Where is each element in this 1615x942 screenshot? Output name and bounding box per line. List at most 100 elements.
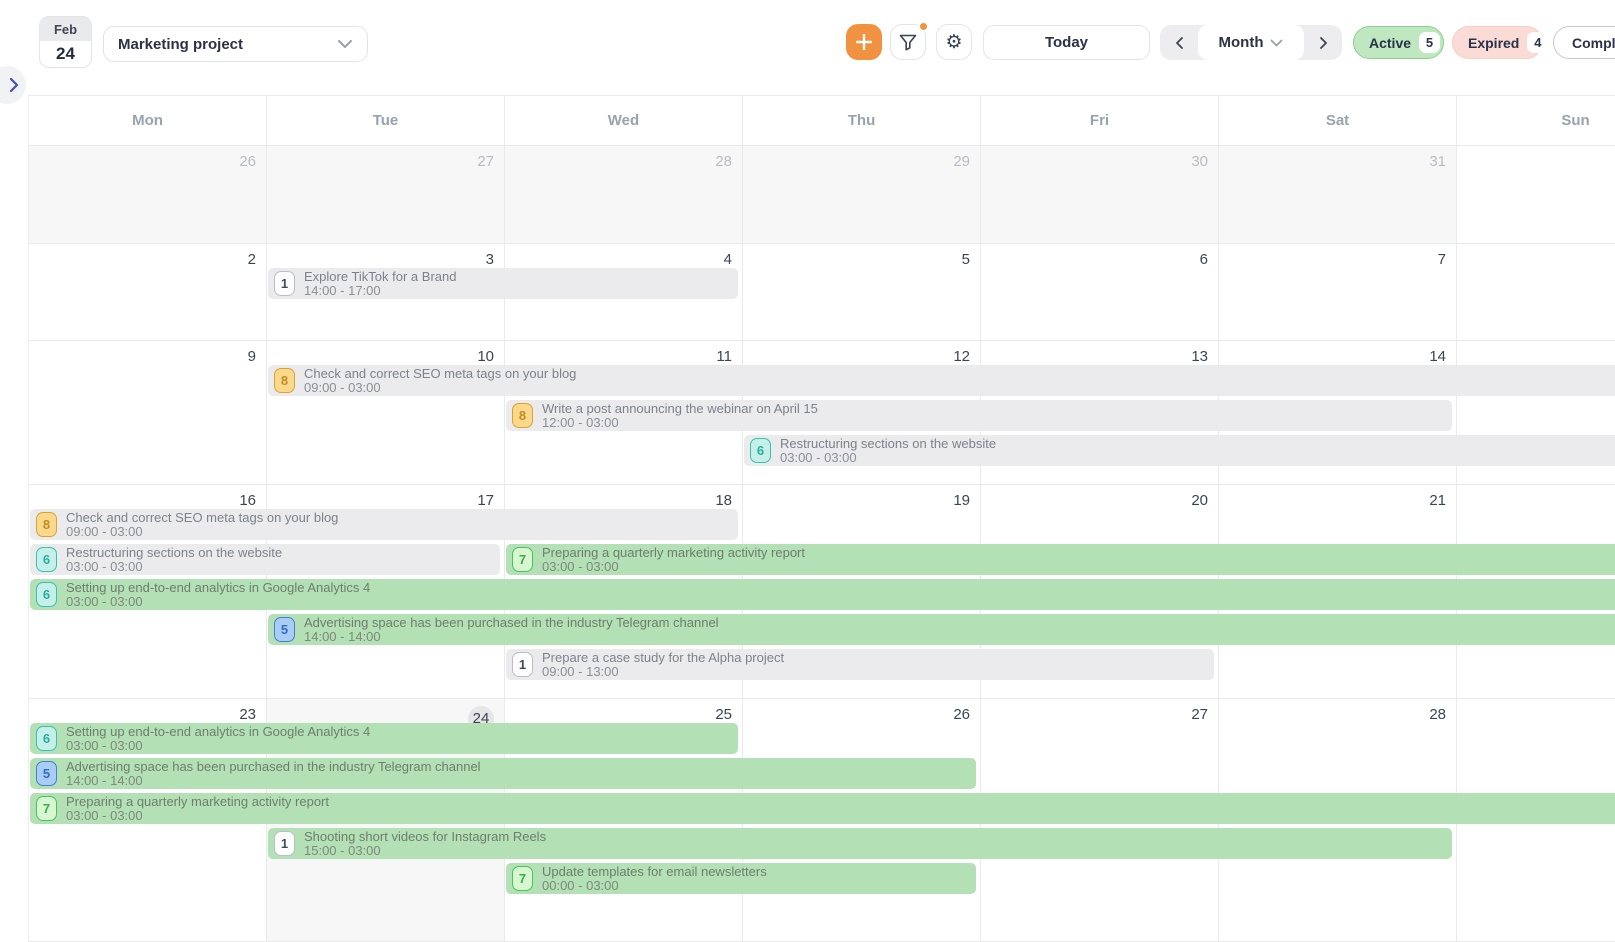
prev-period-button[interactable]: [1160, 25, 1198, 60]
day-cell[interactable]: [1457, 146, 1615, 244]
view-selector-dropdown[interactable]: Month: [1198, 25, 1304, 60]
event-bar[interactable]: 7 Preparing a quarterly marketing activit…: [506, 544, 1615, 575]
view-navigation: Month: [1160, 25, 1342, 60]
day-number: 23: [239, 706, 256, 723]
event-time: 09:00 - 13:00: [542, 665, 784, 679]
next-period-button[interactable]: [1304, 25, 1342, 60]
day-cell[interactable]: 5: [743, 244, 981, 341]
event-text: Restructuring sections on the website03:…: [66, 546, 282, 574]
day-number: 12: [953, 348, 970, 365]
weekday-header: Sat: [1219, 96, 1457, 146]
chevron-down-icon: [337, 39, 353, 49]
funnel-icon: [899, 34, 917, 51]
day-cell[interactable]: 9: [29, 341, 267, 485]
event-title: Restructuring sections on the website: [780, 437, 996, 451]
event-title: Prepare a case study for the Alpha proje…: [542, 651, 784, 665]
filter-button[interactable]: [890, 24, 926, 60]
event-bar[interactable]: 1Explore TikTok for a Brand14:00 - 17:00: [268, 268, 738, 299]
event-text: Prepare a case study for the Alpha proje…: [542, 651, 784, 679]
event-title: Setting up end-to-end analytics in Googl…: [66, 581, 370, 595]
day-cell[interactable]: 7: [1219, 244, 1457, 341]
filter-pill-completed-label: Completed: [1572, 35, 1615, 51]
event-bar[interactable]: 6Restructuring sections on the website03…: [30, 544, 500, 575]
day-cell[interactable]: 28: [505, 146, 743, 244]
weekday-header: Mon: [29, 96, 267, 146]
day-number: 19: [953, 492, 970, 509]
weekday-header: Sun: [1457, 96, 1615, 146]
event-bar[interactable]: 8Check and correct SEO meta tags on your…: [268, 365, 1615, 396]
week-row: 2324252627286Setting up end-to-end analy…: [29, 699, 1615, 942]
event-time: 12:00 - 03:00: [542, 416, 818, 430]
event-time: 03:00 - 03:00: [780, 451, 996, 465]
filter-pill-active-count: 5: [1419, 32, 1440, 53]
event-count-badge: 7: [512, 547, 533, 572]
settings-button[interactable]: ⚙: [936, 24, 972, 60]
event-bar[interactable]: 6Setting up end-to-end analytics in Goog…: [30, 579, 1615, 610]
event-text: Preparing a quarterly marketing activity…: [542, 546, 805, 574]
event-title: Setting up end-to-end analytics in Googl…: [66, 725, 370, 739]
day-number: 6: [1192, 251, 1208, 268]
day-cell[interactable]: [1457, 244, 1615, 341]
day-number: 3: [478, 251, 494, 268]
event-bar[interactable]: 1Shooting short videos for Instagram Ree…: [268, 828, 1452, 859]
event-time: 14:00 - 14:00: [66, 774, 481, 788]
event-text: Update templates for email newsletters00…: [542, 865, 767, 893]
event-bar[interactable]: 1Prepare a case study for the Alpha proj…: [506, 649, 1214, 680]
filter-pill-expired-count: 4: [1527, 32, 1548, 53]
notification-dot: [918, 21, 929, 32]
event-text: Restructuring sections on the website03:…: [780, 437, 996, 465]
day-number: 13: [1191, 348, 1208, 365]
calendar-grid: MonTueWedThuFriSatSun2627282930312345671…: [28, 95, 1615, 942]
event-count-badge: 1: [274, 831, 295, 856]
event-time: 14:00 - 17:00: [304, 284, 456, 298]
chevron-left-icon: [1175, 36, 1184, 50]
event-bar[interactable]: 5Advertising space has been purchased in…: [268, 614, 1615, 645]
day-number: 2: [240, 251, 256, 268]
day-cell[interactable]: 30: [981, 146, 1219, 244]
day-number: 28: [715, 153, 732, 170]
chevron-right-icon: [1319, 36, 1328, 50]
date-badge-day: 24: [40, 41, 91, 67]
filter-pill-active[interactable]: Active 5: [1353, 26, 1444, 59]
add-event-button[interactable]: [846, 24, 882, 60]
event-bar[interactable]: 7Preparing a quarterly marketing activit…: [30, 793, 1615, 824]
day-number: 20: [1191, 492, 1208, 509]
event-title: Advertising space has been purchased in …: [66, 760, 481, 774]
day-number: 16: [239, 492, 256, 509]
project-selector-dropdown[interactable]: Marketing project: [103, 26, 368, 62]
day-cell[interactable]: 26: [29, 146, 267, 244]
day-number: 18: [715, 492, 732, 509]
event-bar[interactable]: 6Setting up end-to-end analytics in Goog…: [30, 723, 738, 754]
event-count-badge: 7: [512, 866, 533, 891]
day-number: 7: [1430, 251, 1446, 268]
day-cell[interactable]: 31: [1219, 146, 1457, 244]
day-cell[interactable]: 6: [981, 244, 1219, 341]
event-count-badge: 6: [750, 438, 771, 463]
day-cell[interactable]: 29: [743, 146, 981, 244]
event-bar[interactable]: 8Check and correct SEO meta tags on your…: [30, 509, 738, 540]
week-row: 2627 28 293031: [29, 146, 1615, 244]
gear-icon: ⚙: [945, 31, 962, 54]
filter-pill-expired[interactable]: Expired 4: [1452, 26, 1543, 59]
day-number: 25: [715, 706, 732, 723]
event-time: 15:00 - 03:00: [304, 844, 546, 858]
event-bar[interactable]: 5Advertising space has been purchased in…: [30, 758, 976, 789]
date-badge-month: Feb: [40, 17, 91, 41]
day-cell[interactable]: 10: [267, 341, 505, 485]
day-number: 28: [1429, 706, 1446, 723]
sidebar-expand-button[interactable]: [0, 66, 26, 104]
event-bar[interactable]: 7 Update templates for email newsletters0…: [506, 863, 976, 894]
week-row: 2345671Explore TikTok for a Brand14:00 -…: [29, 244, 1615, 341]
event-text: Advertising space has been purchased in …: [66, 760, 481, 788]
day-cell[interactable]: 27: [267, 146, 505, 244]
view-selector-value: Month: [1219, 34, 1264, 51]
event-count-badge: 1: [274, 271, 295, 296]
day-cell[interactable]: 2: [29, 244, 267, 341]
day-number: 27: [1191, 706, 1208, 723]
event-time: 09:00 - 03:00: [304, 381, 576, 395]
event-bar[interactable]: 8Write a post announcing the webinar on …: [506, 400, 1452, 431]
today-button[interactable]: Today: [983, 25, 1150, 60]
event-bar[interactable]: 6 Restructuring sections on the website03…: [744, 435, 1615, 466]
event-count-badge: 8: [512, 403, 533, 428]
filter-pill-completed[interactable]: Completed: [1553, 26, 1615, 59]
